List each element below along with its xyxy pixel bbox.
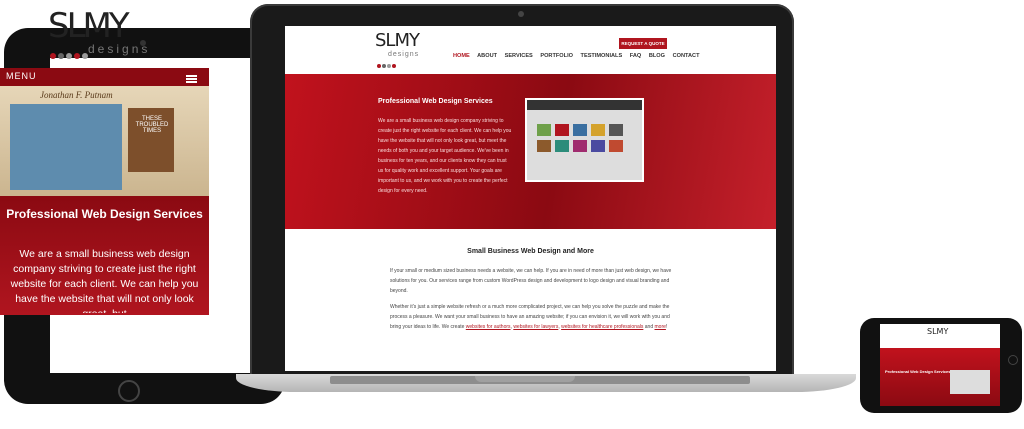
nav-item-contact[interactable]: CONTACT: [673, 53, 700, 59]
link-separator: and: [643, 324, 655, 330]
hamburger-menu-icon[interactable]: [186, 75, 197, 83]
site-logo[interactable]: SLMY: [375, 30, 420, 51]
link-websites-for-authors[interactable]: websites for authors: [466, 324, 511, 330]
link-websites-for-lawyers[interactable]: websites for lawyers: [513, 324, 558, 330]
logo-dot: [50, 53, 56, 59]
hero-title: Professional Web Design Services: [378, 98, 493, 105]
paragraph-end: !: [665, 324, 668, 330]
nav-item-portfolio[interactable]: PORTFOLIO: [540, 53, 573, 59]
book-cover-title: THESE TROUBLED TIMES: [135, 116, 169, 134]
logo-dot: [58, 53, 64, 59]
tablet-menu-label[interactable]: MENU: [6, 71, 37, 81]
logo-dot: [74, 53, 80, 59]
laptop-camera: [518, 11, 524, 17]
hero-screenshot-tile: [573, 124, 587, 136]
section-paragraph-1: If your small or medium sized business n…: [390, 268, 672, 294]
tablet-shot-title: Jonathan F. Putnam: [40, 90, 113, 100]
nav-item-home[interactable]: HOME: [453, 53, 470, 59]
link-websites-for-healthcare[interactable]: websites for healthcare professionals: [561, 324, 643, 330]
tablet-logo-sub: designs: [88, 42, 151, 56]
tablet-logo-dots: [50, 46, 90, 64]
link-more[interactable]: more: [655, 324, 666, 330]
tablet-hero-title: Professional Web Design Services: [6, 207, 203, 221]
nav-item-testimonials[interactable]: TESTIMONIALS: [581, 53, 623, 59]
logo-dot: [377, 64, 381, 68]
hero-text: We are a small business web design compa…: [378, 118, 512, 194]
hero-screenshot-tile: [609, 140, 623, 152]
site-header: [285, 26, 776, 74]
tablet-shot-panel: [10, 104, 122, 190]
logo-dot: [66, 53, 72, 59]
hero-screenshot-tile: [555, 124, 569, 136]
phone-hero-image: [950, 370, 990, 394]
nav-item-faq[interactable]: FAQ: [630, 53, 642, 59]
hero-screenshot-tile: [591, 140, 605, 152]
logo-dot: [382, 64, 386, 68]
nav-item-services[interactable]: SERVICES: [505, 53, 533, 59]
phone-home-button[interactable]: [1008, 355, 1018, 365]
tablet-hero-text: We are a small business web design compa…: [10, 248, 199, 313]
logo-dot: [392, 64, 396, 68]
laptop-notch: [475, 376, 575, 382]
laptop-screen: SLMY designs HOME ABOUT SERVICES PORTFOL…: [285, 26, 776, 371]
hero-screenshot-tile: [573, 140, 587, 152]
phone-logo[interactable]: SLMY: [927, 327, 948, 336]
hero-screenshot-tile: [537, 124, 551, 136]
phone-hero-title: Professional Web Design Services: [885, 369, 951, 374]
section-body: If your small or medium sized business n…: [390, 266, 675, 332]
site-logo-sub: designs: [388, 51, 420, 58]
request-quote-button[interactable]: REQUEST A QUOTE: [619, 38, 667, 49]
nav-item-about[interactable]: ABOUT: [477, 53, 497, 59]
hero-screenshot-tile: [591, 124, 605, 136]
hero-screenshot-tile: [537, 140, 551, 152]
nav-item-blog[interactable]: BLOG: [649, 53, 665, 59]
section-title: Small Business Web Design and More: [467, 248, 594, 255]
hero-screenshot-tile: [609, 124, 623, 136]
hero-screenshot-image: [525, 98, 644, 182]
main-nav: HOME ABOUT SERVICES PORTFOLIO TESTIMONIA…: [453, 53, 706, 59]
hero-screenshot-bar: [527, 100, 642, 110]
tablet-logo[interactable]: SLMY: [48, 6, 130, 46]
tablet-home-button[interactable]: [118, 380, 140, 402]
hero-screenshot-tile: [555, 140, 569, 152]
section-paragraph-2: Whether it's just a simple website refre…: [390, 302, 675, 332]
logo-dot: [387, 64, 391, 68]
